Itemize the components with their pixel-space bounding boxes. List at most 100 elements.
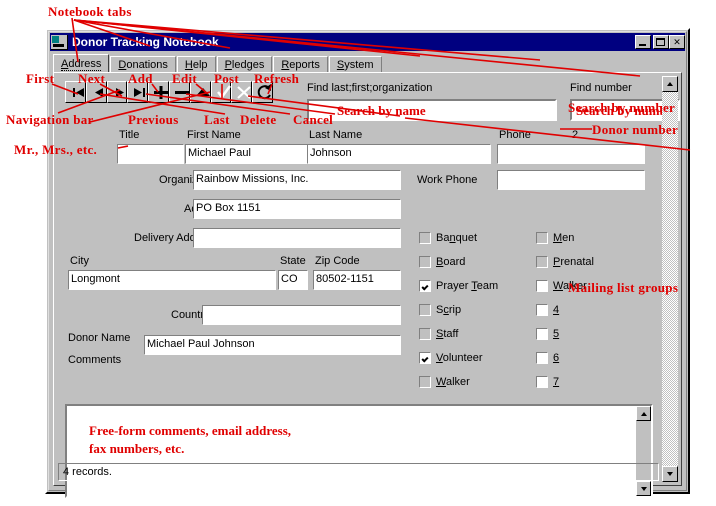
tab-pledges-label: ledges [231,59,265,71]
annotation-donor-number: Donor number [592,122,679,137]
annotation-edit: Edit [172,71,198,86]
donor-name-label: Donor Name [68,332,131,344]
checkbox-box [536,280,548,292]
page-scroll-down-button[interactable] [662,466,678,482]
application-window: Donor Tracking Notebook ✕ Address Donati… [45,28,690,498]
first-name-label: First Name [187,129,241,141]
checkbox-group-6[interactable]: 6 [536,352,559,364]
checkbox-box [419,376,431,388]
work-phone-label: Work Phone [417,174,478,186]
last-name-input[interactable]: Johnson [307,144,491,164]
city-input[interactable]: Longmont [68,270,276,290]
annotation-mailing-list-groups: Mailing list groups [568,280,679,295]
annotation-next: Next [78,71,106,86]
close-button[interactable]: ✕ [669,35,685,49]
chevron-up-icon [641,412,647,416]
comments-label: Comments [68,354,122,366]
tab-reports-label: eports [289,59,320,71]
address-page: Find last;first;organization Search by n… [53,72,682,498]
checkbox-staff[interactable]: Staff [419,328,458,340]
annotation-free-form-line1: Free-form comments, email address, [89,423,292,438]
page-scrollbar-track[interactable] [662,92,678,466]
phone-input[interactable] [497,144,645,164]
find-name-input[interactable]: Search by name [307,99,557,121]
find-name-label: Find last;first;organization [307,82,433,94]
donor-number-value: 2 [572,129,579,141]
annotation-free-form-line2: fax numbers, etc. [89,441,185,456]
close-icon: ✕ [673,36,681,47]
country-input[interactable] [202,305,401,325]
tab-system-label: ystem [344,59,374,71]
checkbox-volunteer[interactable]: Volunteer [419,352,483,364]
city-label: City [70,255,89,267]
annotation-last: Last [204,112,230,127]
checkbox-box [419,256,431,268]
application-icon [51,34,68,50]
page-scroll-up-button[interactable] [662,76,678,92]
title-label: Title [119,129,140,141]
comments-scroll-up-button[interactable] [636,406,651,421]
work-phone-input[interactable] [497,170,645,190]
annotation-first: First [26,71,55,86]
checkbox-box [419,280,431,292]
annotation-search-by-number: Search by number [568,100,676,115]
find-number-label: Find number [570,82,632,94]
donor-name-input[interactable]: Michael Paul Johnson [144,335,401,355]
chevron-up-icon [667,82,673,86]
checkbox-box [536,232,548,244]
checkbox-box [536,376,548,388]
minimize-button[interactable] [635,35,651,49]
status-bar: 4 records. [58,463,659,481]
annotation-add: Add [128,71,153,86]
title-input[interactable] [117,144,184,164]
maximize-button[interactable] [653,35,669,49]
delivery-address-input[interactable] [193,228,401,248]
last-name-label: Last Name [309,129,363,141]
tab-help-label: elp [192,59,208,71]
checkbox-walker-left[interactable]: Walker [419,376,470,388]
window-title: Donor Tracking Notebook [72,35,219,49]
checkbox-scrip[interactable]: Scrip [419,304,461,316]
annotation-mr-mrs: Mr., Mrs., etc. [14,142,98,157]
window-controls: ✕ [635,35,685,49]
state-input[interactable]: CO [278,270,308,290]
annotation-notebook-tabs: Notebook tabs [48,4,132,19]
checkbox-group-5[interactable]: 5 [536,328,559,340]
checkbox-box [419,352,431,364]
checkbox-group-4[interactable]: 4 [536,304,559,316]
comments-scrollbar[interactable] [636,406,651,496]
annotation-previous: Previous [128,112,179,127]
checkbox-box [536,328,548,340]
zip-label: Zip Code [315,255,360,267]
checkbox-board[interactable]: Board [419,256,465,268]
next-record-button[interactable] [106,81,128,103]
checkbox-box [419,328,431,340]
chevron-down-icon [641,487,647,491]
checkbox-box [419,232,431,244]
state-label: State [280,255,306,267]
checkbox-box [536,256,548,268]
checkbox-prayer-team[interactable]: Prayer Team [419,280,498,292]
tab-system[interactable]: System [328,56,382,73]
checkbox-box [536,304,548,316]
organization-input[interactable]: Rainbow Missions, Inc. [193,170,401,190]
annotation-refresh: Refresh [254,71,300,86]
checkbox-prenatal[interactable]: Prenatal [536,256,594,268]
checkbox-men[interactable]: Men [536,232,574,244]
annotation-cancel: Cancel [293,112,334,127]
tab-donations-label: onations [126,59,168,71]
annotation-delete: Delete [240,112,277,127]
checkbox-banquet[interactable]: Banquet [419,232,477,244]
chevron-down-icon [667,472,673,476]
tab-address-label: ddress [68,58,102,70]
zip-input[interactable]: 80502-1151 [313,270,401,290]
comments-scroll-down-button[interactable] [636,481,651,496]
checkbox-box [536,352,548,364]
phone-label: Phone [499,129,531,141]
comments-textarea[interactable]: Free-form comments, email address, fax n… [65,404,653,498]
checkbox-group-7[interactable]: 7 [536,376,559,388]
title-bar[interactable]: Donor Tracking Notebook ✕ [50,33,685,51]
checkbox-box [419,304,431,316]
address-input[interactable]: PO Box 1151 [193,199,401,219]
annotation-navigation-bar: Navigation bar [6,112,94,127]
